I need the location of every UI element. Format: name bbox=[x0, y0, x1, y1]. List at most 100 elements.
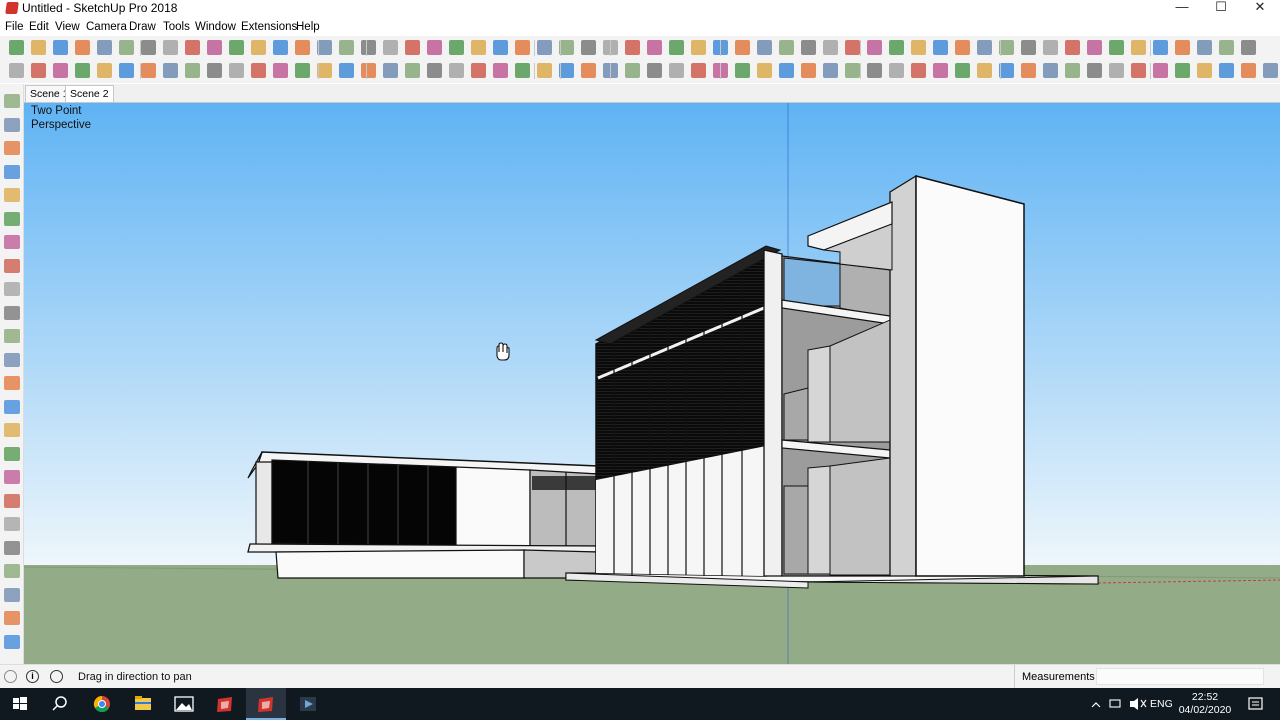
draw-tool-56-icon[interactable] bbox=[1219, 63, 1234, 78]
views-tool-57-icon[interactable] bbox=[1241, 40, 1256, 55]
left-tool-8-icon[interactable] bbox=[4, 258, 20, 273]
views-tool-46-icon[interactable] bbox=[999, 40, 1014, 55]
views-tool-50-icon[interactable] bbox=[1087, 40, 1102, 55]
views-tool-10-icon[interactable] bbox=[207, 40, 222, 55]
draw-tool-29-icon[interactable] bbox=[625, 63, 640, 78]
draw-tool-26-icon[interactable] bbox=[559, 63, 574, 78]
minimize-button[interactable]: — bbox=[1162, 0, 1202, 18]
views-tool-25-icon[interactable] bbox=[537, 40, 552, 55]
views-tool-18-icon[interactable] bbox=[383, 40, 398, 55]
views-tool-51-icon[interactable] bbox=[1109, 40, 1124, 55]
draw-tool-4-icon[interactable] bbox=[75, 63, 90, 78]
draw-tool-25-icon[interactable] bbox=[537, 63, 552, 78]
draw-tool-46-icon[interactable] bbox=[999, 63, 1014, 78]
views-tool-49-icon[interactable] bbox=[1065, 40, 1080, 55]
draw-tool-57-icon[interactable] bbox=[1241, 63, 1256, 78]
views-tool-48-icon[interactable] bbox=[1043, 40, 1058, 55]
file-explorer-taskbar-button[interactable] bbox=[123, 688, 163, 720]
draw-tool-45-icon[interactable] bbox=[977, 63, 992, 78]
views-tool-42-icon[interactable] bbox=[911, 40, 926, 55]
views-tool-24-icon[interactable] bbox=[515, 40, 530, 55]
left-tool-20-icon[interactable] bbox=[4, 540, 20, 555]
draw-tool-12-icon[interactable] bbox=[251, 63, 266, 78]
left-tool-11-icon[interactable] bbox=[4, 329, 20, 343]
draw-tool-42-icon[interactable] bbox=[911, 63, 926, 78]
draw-tool-13-icon[interactable] bbox=[273, 63, 288, 78]
menu-camera[interactable]: Camera bbox=[86, 21, 127, 33]
draw-tool-20-icon[interactable] bbox=[427, 63, 442, 78]
views-tool-17-icon[interactable] bbox=[361, 40, 376, 55]
views-tool-22-icon[interactable] bbox=[471, 40, 486, 55]
menu-view[interactable]: View bbox=[55, 21, 80, 33]
views-tool-55-icon[interactable] bbox=[1197, 40, 1212, 55]
left-tool-15-icon[interactable] bbox=[4, 423, 20, 437]
left-tool-24-icon[interactable] bbox=[4, 634, 20, 649]
views-tool-32-icon[interactable] bbox=[691, 40, 706, 55]
draw-tool-36-icon[interactable] bbox=[779, 63, 794, 78]
credits-info-icon[interactable]: i bbox=[26, 670, 39, 683]
search-button[interactable] bbox=[40, 688, 80, 720]
left-tool-12-icon[interactable] bbox=[4, 352, 20, 367]
views-tool-36-icon[interactable] bbox=[779, 40, 794, 55]
draw-tool-43-icon[interactable] bbox=[933, 63, 948, 78]
user-account-icon[interactable] bbox=[50, 670, 63, 683]
draw-tool-16-icon[interactable] bbox=[339, 63, 354, 78]
menu-extensions[interactable]: Extensions bbox=[241, 21, 297, 33]
menu-draw[interactable]: Draw bbox=[129, 21, 156, 33]
draw-tool-27-icon[interactable] bbox=[581, 63, 596, 78]
draw-tool-21-icon[interactable] bbox=[449, 63, 464, 78]
sketchup-active-taskbar-button[interactable] bbox=[246, 688, 286, 720]
left-tool-3-icon[interactable] bbox=[4, 141, 20, 155]
views-tool-15-icon[interactable] bbox=[317, 40, 332, 55]
left-tool-14-icon[interactable] bbox=[4, 399, 20, 414]
views-tool-40-icon[interactable] bbox=[867, 40, 882, 55]
left-tool-16-icon[interactable] bbox=[4, 446, 20, 461]
draw-tool-34-icon[interactable] bbox=[735, 63, 750, 78]
views-tool-34-icon[interactable] bbox=[735, 40, 750, 55]
menu-tools[interactable]: Tools bbox=[163, 21, 190, 33]
draw-tool-53-icon[interactable] bbox=[1153, 63, 1168, 78]
clock[interactable]: 22:52 04/02/2020 bbox=[1178, 691, 1232, 717]
start-button[interactable] bbox=[0, 688, 40, 720]
views-tool-23-icon[interactable] bbox=[493, 40, 508, 55]
draw-tool-23-icon[interactable] bbox=[493, 63, 508, 78]
draw-tool-22-icon[interactable] bbox=[471, 63, 486, 78]
left-tool-13-icon[interactable] bbox=[4, 376, 20, 390]
views-tool-27-icon[interactable] bbox=[581, 40, 596, 55]
draw-tool-8-icon[interactable] bbox=[163, 63, 178, 78]
left-tool-19-icon[interactable] bbox=[4, 517, 20, 531]
draw-tool-9-icon[interactable] bbox=[185, 63, 200, 78]
menu-help[interactable]: Help bbox=[296, 21, 320, 33]
draw-tool-52-icon[interactable] bbox=[1131, 63, 1146, 78]
draw-tool-49-icon[interactable] bbox=[1065, 63, 1080, 78]
left-tool-1-icon[interactable] bbox=[4, 94, 20, 108]
draw-tool-48-icon[interactable] bbox=[1043, 63, 1058, 78]
draw-tool-38-icon[interactable] bbox=[823, 63, 838, 78]
tab-scene-2[interactable]: Scene 2 bbox=[65, 85, 114, 102]
views-tool-13-icon[interactable] bbox=[273, 40, 288, 55]
left-tool-5-icon[interactable] bbox=[4, 188, 20, 202]
views-tool-38-icon[interactable] bbox=[823, 40, 838, 55]
menu-file[interactable]: File bbox=[5, 21, 24, 33]
draw-tool-5-icon[interactable] bbox=[97, 63, 112, 78]
left-tool-6-icon[interactable] bbox=[4, 211, 20, 226]
menu-edit[interactable]: Edit bbox=[29, 21, 49, 33]
views-tool-1-icon[interactable] bbox=[9, 40, 24, 55]
views-tool-21-icon[interactable] bbox=[449, 40, 464, 55]
draw-tool-3-icon[interactable] bbox=[53, 63, 68, 78]
views-tool-4-icon[interactable] bbox=[75, 40, 90, 55]
draw-tool-40-icon[interactable] bbox=[867, 63, 882, 78]
left-tool-2-icon[interactable] bbox=[4, 117, 20, 132]
draw-tool-35-icon[interactable] bbox=[757, 63, 772, 78]
views-tool-56-icon[interactable] bbox=[1219, 40, 1234, 55]
left-tool-22-icon[interactable] bbox=[4, 587, 20, 602]
input-language[interactable]: ENG bbox=[1150, 698, 1173, 710]
draw-tool-24-icon[interactable] bbox=[515, 63, 530, 78]
draw-tool-10-icon[interactable] bbox=[207, 63, 222, 78]
draw-tool-47-icon[interactable] bbox=[1021, 63, 1036, 78]
draw-tool-14-icon[interactable] bbox=[295, 63, 310, 78]
views-tool-8-icon[interactable] bbox=[163, 40, 178, 55]
views-tool-54-icon[interactable] bbox=[1175, 40, 1190, 55]
draw-tool-1-icon[interactable] bbox=[9, 63, 24, 78]
draw-tool-19-icon[interactable] bbox=[405, 63, 420, 78]
